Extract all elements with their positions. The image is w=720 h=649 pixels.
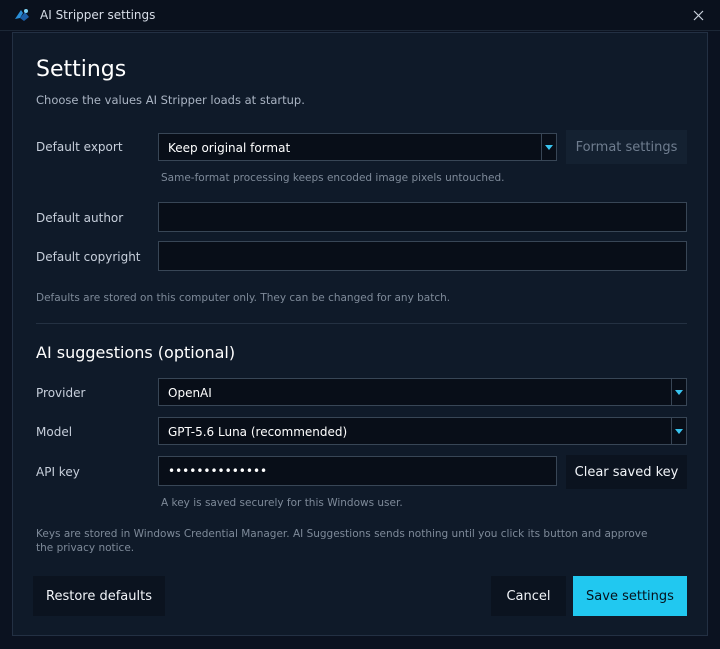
api-key-hint: A key is saved securely for this Windows… — [161, 497, 403, 509]
provider-label: Provider — [36, 386, 86, 400]
default-export-value: Keep original format — [168, 141, 291, 155]
page-subtitle: Choose the values AI Stripper loads at s… — [36, 93, 305, 107]
default-copyright-label: Default copyright — [36, 250, 141, 264]
restore-defaults-button[interactable]: Restore defaults — [33, 576, 165, 616]
app-logo-icon — [15, 9, 29, 21]
storage-hint: Defaults are stored on this computer onl… — [36, 292, 451, 304]
cancel-button[interactable]: Cancel — [491, 576, 566, 616]
api-key-input[interactable] — [158, 456, 557, 486]
close-icon — [693, 10, 703, 20]
dropdown-arrow[interactable] — [541, 134, 556, 160]
save-settings-button[interactable]: Save settings — [573, 576, 687, 616]
provider-select[interactable]: OpenAI — [158, 378, 687, 406]
dropdown-arrow[interactable] — [671, 418, 686, 444]
close-button[interactable] — [676, 0, 720, 30]
default-author-input[interactable] — [158, 202, 687, 232]
chevron-down-icon — [675, 389, 683, 395]
model-value: GPT-5.6 Luna (recommended) — [168, 425, 348, 439]
section-divider — [36, 323, 687, 324]
ai-section-title: AI suggestions (optional) — [36, 343, 236, 362]
window-title: AI Stripper settings — [40, 8, 156, 22]
model-select[interactable]: GPT-5.6 Luna (recommended) — [158, 417, 687, 445]
privacy-note: Keys are stored in Windows Credential Ma… — [36, 528, 648, 554]
title-bar: AI Stripper settings — [0, 0, 720, 31]
chevron-down-icon — [545, 144, 553, 150]
dropdown-arrow[interactable] — [671, 379, 686, 405]
page-title: Settings — [36, 57, 127, 82]
default-copyright-input[interactable] — [158, 241, 687, 271]
default-author-label: Default author — [36, 211, 124, 225]
chevron-down-icon — [675, 428, 683, 434]
format-settings-button[interactable]: Format settings — [566, 130, 687, 164]
export-hint: Same-format processing keeps encoded ima… — [161, 172, 505, 184]
provider-value: OpenAI — [168, 386, 212, 400]
api-key-label: API key — [36, 465, 80, 479]
clear-saved-key-button[interactable]: Clear saved key — [566, 455, 687, 489]
default-export-label: Default export — [36, 140, 123, 154]
default-export-select[interactable]: Keep original format — [158, 133, 557, 161]
model-label: Model — [36, 425, 73, 439]
